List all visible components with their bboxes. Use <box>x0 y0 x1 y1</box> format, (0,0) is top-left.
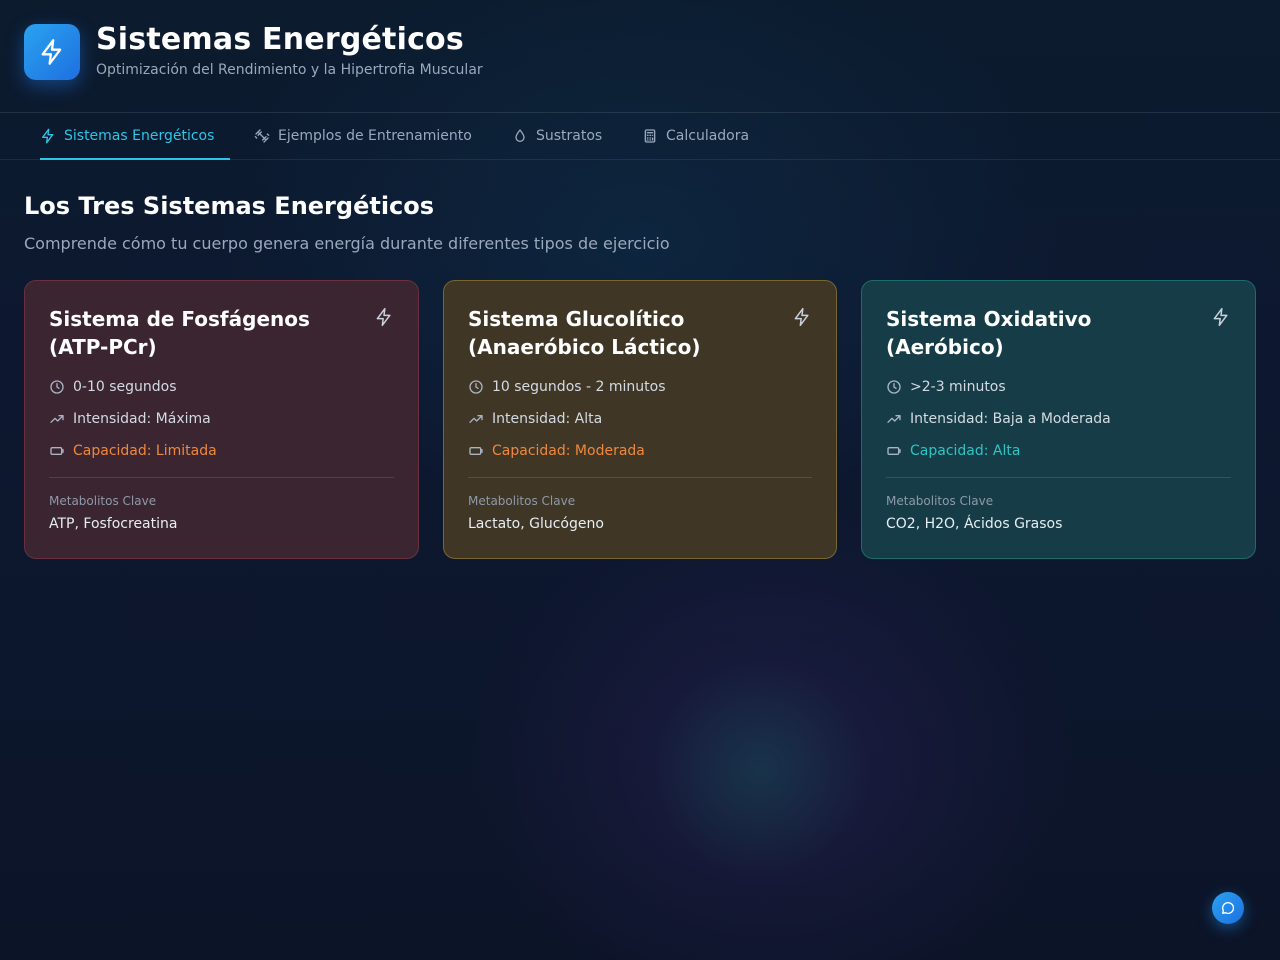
tab-bar: Sistemas Energéticos Ejemplos de Entrena… <box>0 113 1280 160</box>
tab-label: Sistemas Energéticos <box>64 128 215 144</box>
card-capacity: Capacidad: Moderada <box>468 441 645 461</box>
calculator-icon <box>642 128 658 144</box>
capacity-text: Capacidad: Moderada <box>492 443 645 459</box>
card-intensity: Intensidad: Baja a Moderada <box>886 409 1111 429</box>
card-capacity: Capacidad: Limitada <box>49 441 217 461</box>
metabolites-label: Metabolitos Clave <box>468 494 576 508</box>
clock-icon <box>886 379 902 395</box>
card-title: Sistema Glucolítico (Anaeróbico Láctico) <box>468 307 701 359</box>
metabolites-value: Lactato, Glucógeno <box>468 516 604 532</box>
chat-icon <box>1220 900 1236 916</box>
app-title: Sistemas Energéticos <box>96 22 464 57</box>
bolt-icon <box>374 307 394 327</box>
card-duration: >2-3 minutos <box>886 377 1006 397</box>
card-capacity: Capacidad: Alta <box>886 441 1020 461</box>
tab-sistemas-energeticos[interactable]: Sistemas Energéticos <box>40 113 231 160</box>
bolt-icon <box>792 307 812 327</box>
divider <box>886 477 1231 478</box>
tab-sustratos[interactable]: Sustratos <box>512 113 602 159</box>
energy-system-card-oxidative[interactable]: Sistema Oxidativo (Aeróbico) >2-3 minuto… <box>861 280 1256 559</box>
metabolites-value: ATP, Fosfocreatina <box>49 516 178 532</box>
clock-icon <box>49 379 65 395</box>
duration-text: 0-10 segundos <box>73 379 177 395</box>
duration-text: >2-3 minutos <box>910 379 1006 395</box>
card-intensity: Intensidad: Máxima <box>49 409 211 429</box>
page-title: Los Tres Sistemas Energéticos <box>24 192 435 220</box>
tab-label: Calculadora <box>666 128 750 144</box>
page-subtitle: Comprende cómo tu cuerpo genera energía … <box>24 234 670 253</box>
capacity-text: Capacidad: Alta <box>910 443 1021 459</box>
energy-system-card-phosphagen[interactable]: Sistema de Fosfágenos (ATP-PCr) 0-10 seg… <box>24 280 419 559</box>
divider <box>49 477 394 478</box>
chat-button[interactable] <box>1212 892 1244 924</box>
trending-up-icon <box>886 411 902 427</box>
droplet-icon <box>512 128 528 144</box>
capacity-text: Capacidad: Limitada <box>73 443 217 459</box>
intensity-text: Intensidad: Máxima <box>73 411 211 427</box>
metabolites-value: CO2, H2O, Ácidos Grasos <box>886 516 1063 532</box>
trending-up-icon <box>468 411 484 427</box>
tab-ejemplos-entrenamiento[interactable]: Ejemplos de Entrenamiento <box>254 113 472 159</box>
bolt-icon <box>24 24 80 80</box>
trending-up-icon <box>49 411 65 427</box>
card-duration: 10 segundos - 2 minutos <box>468 377 665 397</box>
app-subtitle: Optimización del Rendimiento y la Hipert… <box>96 62 483 78</box>
bolt-icon <box>40 128 56 144</box>
battery-icon <box>49 443 65 459</box>
battery-icon <box>886 443 902 459</box>
duration-text: 10 segundos - 2 minutos <box>492 379 666 395</box>
card-intensity: Intensidad: Alta <box>468 409 602 429</box>
divider <box>468 477 812 478</box>
card-duration: 0-10 segundos <box>49 377 177 397</box>
intensity-text: Intensidad: Baja a Moderada <box>910 411 1111 427</box>
bolt-icon <box>1211 307 1231 327</box>
tab-label: Ejemplos de Entrenamiento <box>278 128 472 144</box>
metabolites-label: Metabolitos Clave <box>49 494 157 508</box>
metabolites-label: Metabolitos Clave <box>886 494 994 508</box>
intensity-text: Intensidad: Alta <box>492 411 603 427</box>
energy-system-card-glycolytic[interactable]: Sistema Glucolítico (Anaeróbico Láctico)… <box>443 280 837 559</box>
card-title: Sistema de Fosfágenos (ATP-PCr) <box>49 307 310 359</box>
card-title: Sistema Oxidativo (Aeróbico) <box>886 307 1092 359</box>
battery-icon <box>468 443 484 459</box>
tab-label: Sustratos <box>536 128 603 144</box>
dumbbell-icon <box>254 128 270 144</box>
tab-calculadora[interactable]: Calculadora <box>642 113 749 159</box>
clock-icon <box>468 379 484 395</box>
app-header: Sistemas Energéticos Optimización del Re… <box>0 0 1280 113</box>
